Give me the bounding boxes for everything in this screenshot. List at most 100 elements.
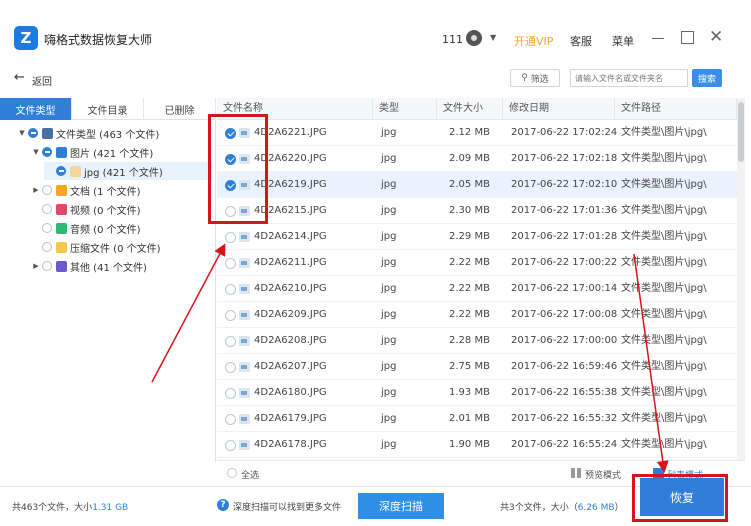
table-header: 文件名称 类型 文件大小 修改日期 文件路径 bbox=[217, 98, 737, 120]
column-header-type[interactable]: 类型 bbox=[373, 98, 437, 120]
table-row[interactable]: 4D2A6208.JPG jpg 2.28 MB 2017-06-22 17:00:0… bbox=[217, 328, 737, 354]
table-row[interactable]: 4D2A6221.JPG jpg 2.12 MB 2017-06-22 17:02:2… bbox=[217, 120, 737, 146]
search-input[interactable] bbox=[570, 69, 688, 87]
expand-down-icon[interactable]: ▼ bbox=[16, 129, 28, 137]
file-size-cell: 2.01 MB bbox=[449, 413, 490, 424]
tree-checkbox[interactable] bbox=[56, 166, 66, 176]
user-name[interactable]: 111 bbox=[442, 33, 463, 46]
tree-checkbox[interactable] bbox=[42, 242, 52, 252]
selected-size: 6.26 MB bbox=[577, 503, 615, 513]
table-row[interactable]: 4D2A6215.JPG jpg 2.30 MB 2017-06-22 17:01:3… bbox=[217, 198, 737, 224]
tab-file-directory[interactable]: 文件目录 bbox=[72, 98, 144, 120]
tree-item[interactable]: ▼ 文件类型 (463 个文件) bbox=[16, 124, 212, 142]
grid-view-icon[interactable] bbox=[571, 468, 581, 478]
filter-button[interactable]: ⚲ 筛选 bbox=[510, 69, 560, 87]
row-checkbox[interactable] bbox=[225, 440, 236, 451]
preview-mode-button[interactable]: 预览模式 bbox=[585, 468, 621, 481]
tree-item[interactable]: 音频 (0 个文件) bbox=[30, 219, 212, 237]
select-all-checkbox[interactable] bbox=[227, 468, 237, 478]
table-row[interactable]: 4D2A6179.JPG jpg 2.01 MB 2017-06-22 16:55:3… bbox=[217, 406, 737, 432]
modified-date-cell: 2017-06-22 16:55:24 bbox=[511, 439, 618, 450]
table-row[interactable]: 4D2A6219.JPG jpg 2.05 MB 2017-06-22 17:02:1… bbox=[217, 172, 737, 198]
tree-item[interactable]: 视频 (0 个文件) bbox=[30, 200, 212, 218]
tree-checkbox[interactable] bbox=[42, 223, 52, 233]
maximize-icon[interactable] bbox=[681, 31, 694, 44]
row-checkbox[interactable] bbox=[225, 388, 236, 399]
file-type-cell: jpg bbox=[381, 283, 397, 294]
table-row[interactable]: 4D2A6211.JPG jpg 2.22 MB 2017-06-22 17:00:2… bbox=[217, 250, 737, 276]
row-checkbox[interactable] bbox=[225, 258, 236, 269]
tree-item[interactable]: ▶ 其他 (41 个文件) bbox=[30, 257, 212, 275]
tree-item-label: 其他 (41 个文件) bbox=[70, 262, 147, 274]
tree-item[interactable]: 压缩文件 (0 个文件) bbox=[30, 238, 212, 256]
modified-date-cell: 2017-06-22 17:02:18 bbox=[511, 153, 618, 164]
file-path-cell: 文件类型\图片\jpg\ bbox=[621, 335, 707, 346]
file-size-cell: 1.90 MB bbox=[449, 439, 490, 450]
tree-item-label: jpg (421 个文件) bbox=[84, 167, 163, 179]
left-panel: 文件类型 文件目录 已删除 ▼ 文件类型 (463 个文件) ▼ 图片 (421 个文… bbox=[0, 98, 216, 462]
column-header-date[interactable]: 修改日期 bbox=[503, 98, 615, 120]
table-row[interactable]: 4D2A6214.JPG jpg 2.29 MB 2017-06-22 17:01:2… bbox=[217, 224, 737, 250]
customer-service-link[interactable]: 客服 bbox=[570, 33, 592, 49]
expand-down-icon[interactable]: ▼ bbox=[30, 148, 42, 156]
file-type-cell: jpg bbox=[381, 413, 397, 424]
tab-deleted[interactable]: 已删除 bbox=[144, 98, 216, 120]
image-file-icon bbox=[239, 284, 250, 294]
column-header-path[interactable]: 文件路径 bbox=[615, 98, 737, 120]
table-row[interactable]: 4D2A6210.JPG jpg 2.22 MB 2017-06-22 17:00:1… bbox=[217, 276, 737, 302]
tree-item[interactable]: ▼ 图片 (421 个文件) bbox=[30, 143, 212, 161]
category-icon bbox=[42, 127, 53, 139]
row-checkbox[interactable] bbox=[225, 310, 236, 321]
scroll-thumb[interactable] bbox=[738, 102, 744, 162]
deep-scan-button[interactable]: 深度扫描 bbox=[358, 493, 444, 519]
file-type-cell: jpg bbox=[381, 257, 397, 268]
tree-checkbox[interactable] bbox=[42, 204, 52, 214]
file-type-cell: jpg bbox=[381, 335, 397, 346]
file-size-cell: 2.28 MB bbox=[449, 335, 490, 346]
expand-right-icon[interactable]: ▶ bbox=[30, 186, 42, 194]
table-row[interactable]: 4D2A6180.JPG jpg 1.93 MB 2017-06-22 16:55:3… bbox=[217, 380, 737, 406]
row-checkbox[interactable] bbox=[225, 284, 236, 295]
vip-link[interactable]: 开通VIP bbox=[514, 33, 553, 49]
tree-checkbox[interactable] bbox=[42, 147, 52, 157]
menu-link[interactable]: 菜单 bbox=[612, 33, 634, 49]
column-header-size[interactable]: 文件大小 bbox=[437, 98, 503, 120]
tree-checkbox[interactable] bbox=[42, 261, 52, 271]
search-button[interactable]: 搜索 bbox=[692, 69, 722, 87]
file-name-cell: 4D2A6214.JPG bbox=[254, 231, 327, 242]
back-arrow-icon[interactable]: ← bbox=[14, 70, 25, 85]
modified-date-cell: 2017-06-22 17:01:36 bbox=[511, 205, 618, 216]
selected-files-text: 共3个文件，大小（6.26 MB） bbox=[500, 500, 624, 513]
help-icon: ? bbox=[217, 499, 229, 511]
table-row[interactable]: 4D2A6207.JPG jpg 2.75 MB 2017-06-22 16:59:4… bbox=[217, 354, 737, 380]
tree-checkbox[interactable] bbox=[28, 128, 38, 138]
table-scrollbar[interactable] bbox=[737, 98, 745, 460]
select-all-label[interactable]: 全选 bbox=[241, 468, 259, 481]
table-row[interactable]: 4D2A6209.JPG jpg 2.22 MB 2017-06-22 17:00:0… bbox=[217, 302, 737, 328]
minimize-icon[interactable] bbox=[652, 38, 664, 39]
row-checkbox[interactable] bbox=[225, 336, 236, 347]
file-type-cell: jpg bbox=[381, 127, 397, 138]
chevron-down-icon[interactable]: ▼ bbox=[490, 33, 496, 42]
table-row[interactable]: 4D2A6178.JPG jpg 1.90 MB 2017-06-22 16:55:2… bbox=[217, 432, 737, 458]
tree-item-label: 图片 (421 个文件) bbox=[70, 148, 154, 160]
tree-checkbox[interactable] bbox=[42, 185, 52, 195]
row-checkbox[interactable] bbox=[225, 362, 236, 373]
file-name-cell: 4D2A6209.JPG bbox=[254, 309, 327, 320]
user-avatar-icon[interactable] bbox=[466, 30, 482, 46]
category-icon bbox=[56, 184, 67, 196]
expand-right-icon[interactable]: ▶ bbox=[30, 262, 42, 270]
file-name-cell: 4D2A6211.JPG bbox=[254, 257, 327, 268]
tree-item[interactable]: ▶ 文档 (1 个文件) bbox=[30, 181, 212, 199]
back-button[interactable]: 返回 bbox=[32, 73, 52, 88]
modified-date-cell: 2017-06-22 16:55:38 bbox=[511, 387, 618, 398]
row-checkbox[interactable] bbox=[225, 232, 236, 243]
file-name-cell: 4D2A6179.JPG bbox=[254, 413, 327, 424]
tree-item[interactable]: jpg (421 个文件) bbox=[44, 162, 212, 180]
table-row[interactable]: 4D2A6220.JPG jpg 2.09 MB 2017-06-22 17:02:1… bbox=[217, 146, 737, 172]
row-checkbox[interactable] bbox=[225, 414, 236, 425]
close-icon[interactable]: ✕ bbox=[709, 29, 723, 46]
file-size-cell: 2.12 MB bbox=[449, 127, 490, 138]
image-file-icon bbox=[239, 362, 250, 372]
tab-file-type[interactable]: 文件类型 bbox=[0, 98, 72, 120]
